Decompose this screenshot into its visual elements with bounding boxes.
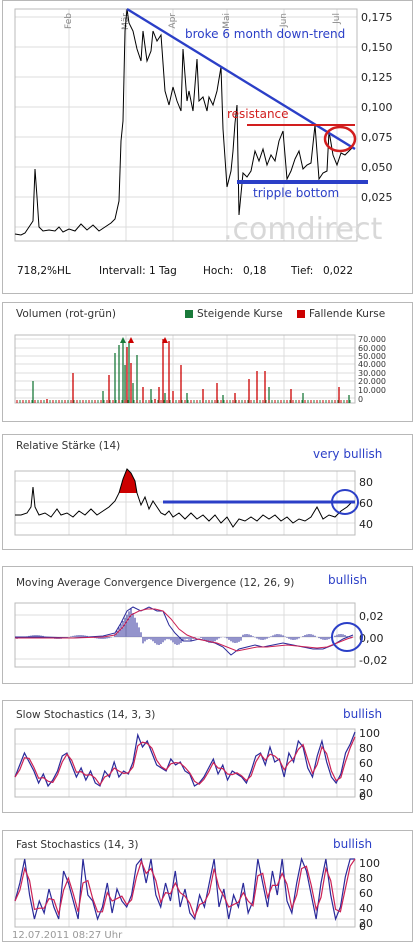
fast-d-line (14, 858, 356, 919)
fast-y-tick: 60 (359, 887, 373, 900)
high-label: Hoch: (203, 265, 234, 277)
volume-y-tick: 10.000 (358, 386, 386, 395)
volume-y-tick: 20.000 (358, 377, 386, 386)
price-y-tick: 0,125 (361, 71, 393, 84)
slow-y-tick: 60 (359, 757, 373, 770)
timestamp-footer: 12.07.2011 08:27 Uhr (12, 930, 123, 941)
macd-y-tick: 0,02 (359, 610, 384, 623)
plot-frame (14, 334, 356, 404)
volume-y-tick: 0 (358, 395, 363, 404)
fast-stoch-panel: Fast Stochastics (14, 3) bullish 100 80 60… (2, 830, 413, 942)
price-panel: Feb Mär Apr Mai Jun Jul 0,175 0,150 0,125 0,100 0,… (2, 0, 413, 294)
rsi-line (15, 468, 354, 528)
slow-stoch-chart: 100806040200 (14, 727, 380, 803)
slow-y-tick: 100 (359, 727, 380, 740)
macd-chart: 0,020,00-0,02 (14, 602, 387, 668)
rsi-y-tick: 80 (359, 476, 373, 489)
plot-frame (14, 728, 356, 798)
rsi-panel: Relative Stärke (14) very bullish 80 60 40 (2, 434, 413, 550)
resistance-annotation: resistance (227, 107, 289, 121)
volume-y-tick: 70.000 (358, 335, 386, 344)
price-y-tick: 0,150 (361, 41, 393, 54)
watermark: .comdirect (223, 212, 383, 247)
macd-line (15, 606, 354, 656)
fast-y-tick: 80 (359, 872, 373, 885)
macd-y-tick: -0,02 (359, 654, 387, 667)
plot-frame (14, 858, 356, 928)
fast-y-tick: 100 (359, 857, 380, 870)
month-label: Feb (64, 13, 74, 29)
low-label: Tief: (291, 265, 314, 277)
volume-panel: Volumen (rot-grün) Steigende Kurse Falle… (2, 302, 413, 422)
downtrend-annotation: broke 6 month down-trend (185, 27, 346, 41)
slow-y-tick: 40 (359, 772, 373, 785)
fast-stoch-chart: 100806040200 (14, 856, 380, 933)
volume-overflow-arrow (120, 337, 126, 343)
slow-stoch-panel: Slow Stochastics (14, 3, 3) bullish 100 8… (2, 700, 413, 813)
volume-chart: 70.00060.00050.00040.00030.00020.00010.0… (14, 334, 386, 404)
high-value: 0,18 (243, 265, 267, 277)
plot-frame (14, 602, 356, 668)
rsi-y-tick: 60 (359, 497, 373, 510)
volume-overflow-arrow (128, 337, 134, 343)
performance-stat: 718,2%HL (17, 265, 71, 277)
slow-y-tick: 0 (359, 790, 366, 803)
month-label: Apr (168, 13, 178, 29)
price-y-tick: 0,075 (361, 131, 393, 144)
month-label: Jul (332, 13, 342, 25)
fast-y-tick: 0 (359, 920, 366, 933)
price-y-tick: 0,175 (361, 11, 393, 24)
month-label: Jun (279, 13, 289, 28)
macd-panel: Moving Average Convergence Divergence (1… (2, 566, 413, 684)
price-chart: Feb Mär Apr Mai Jun Jul 0,1750,1500,1250,1000,… (14, 7, 393, 247)
price-y-tick: 0,025 (361, 191, 393, 204)
volume-y-tick: 40.000 (358, 360, 386, 369)
rsi-chart: 80 60 40 (14, 468, 373, 536)
price-y-tick: 0,100 (361, 101, 393, 114)
price-y-tick: 0,050 (361, 161, 393, 174)
fast-y-tick: 40 (359, 902, 373, 915)
slow-y-tick: 80 (359, 742, 373, 755)
interval-stat: Intervall: 1 Tag (99, 265, 177, 277)
low-value: 0,022 (323, 265, 354, 277)
bottom-annotation: tripple bottom (253, 186, 340, 200)
rsi-y-tick: 40 (359, 518, 373, 531)
